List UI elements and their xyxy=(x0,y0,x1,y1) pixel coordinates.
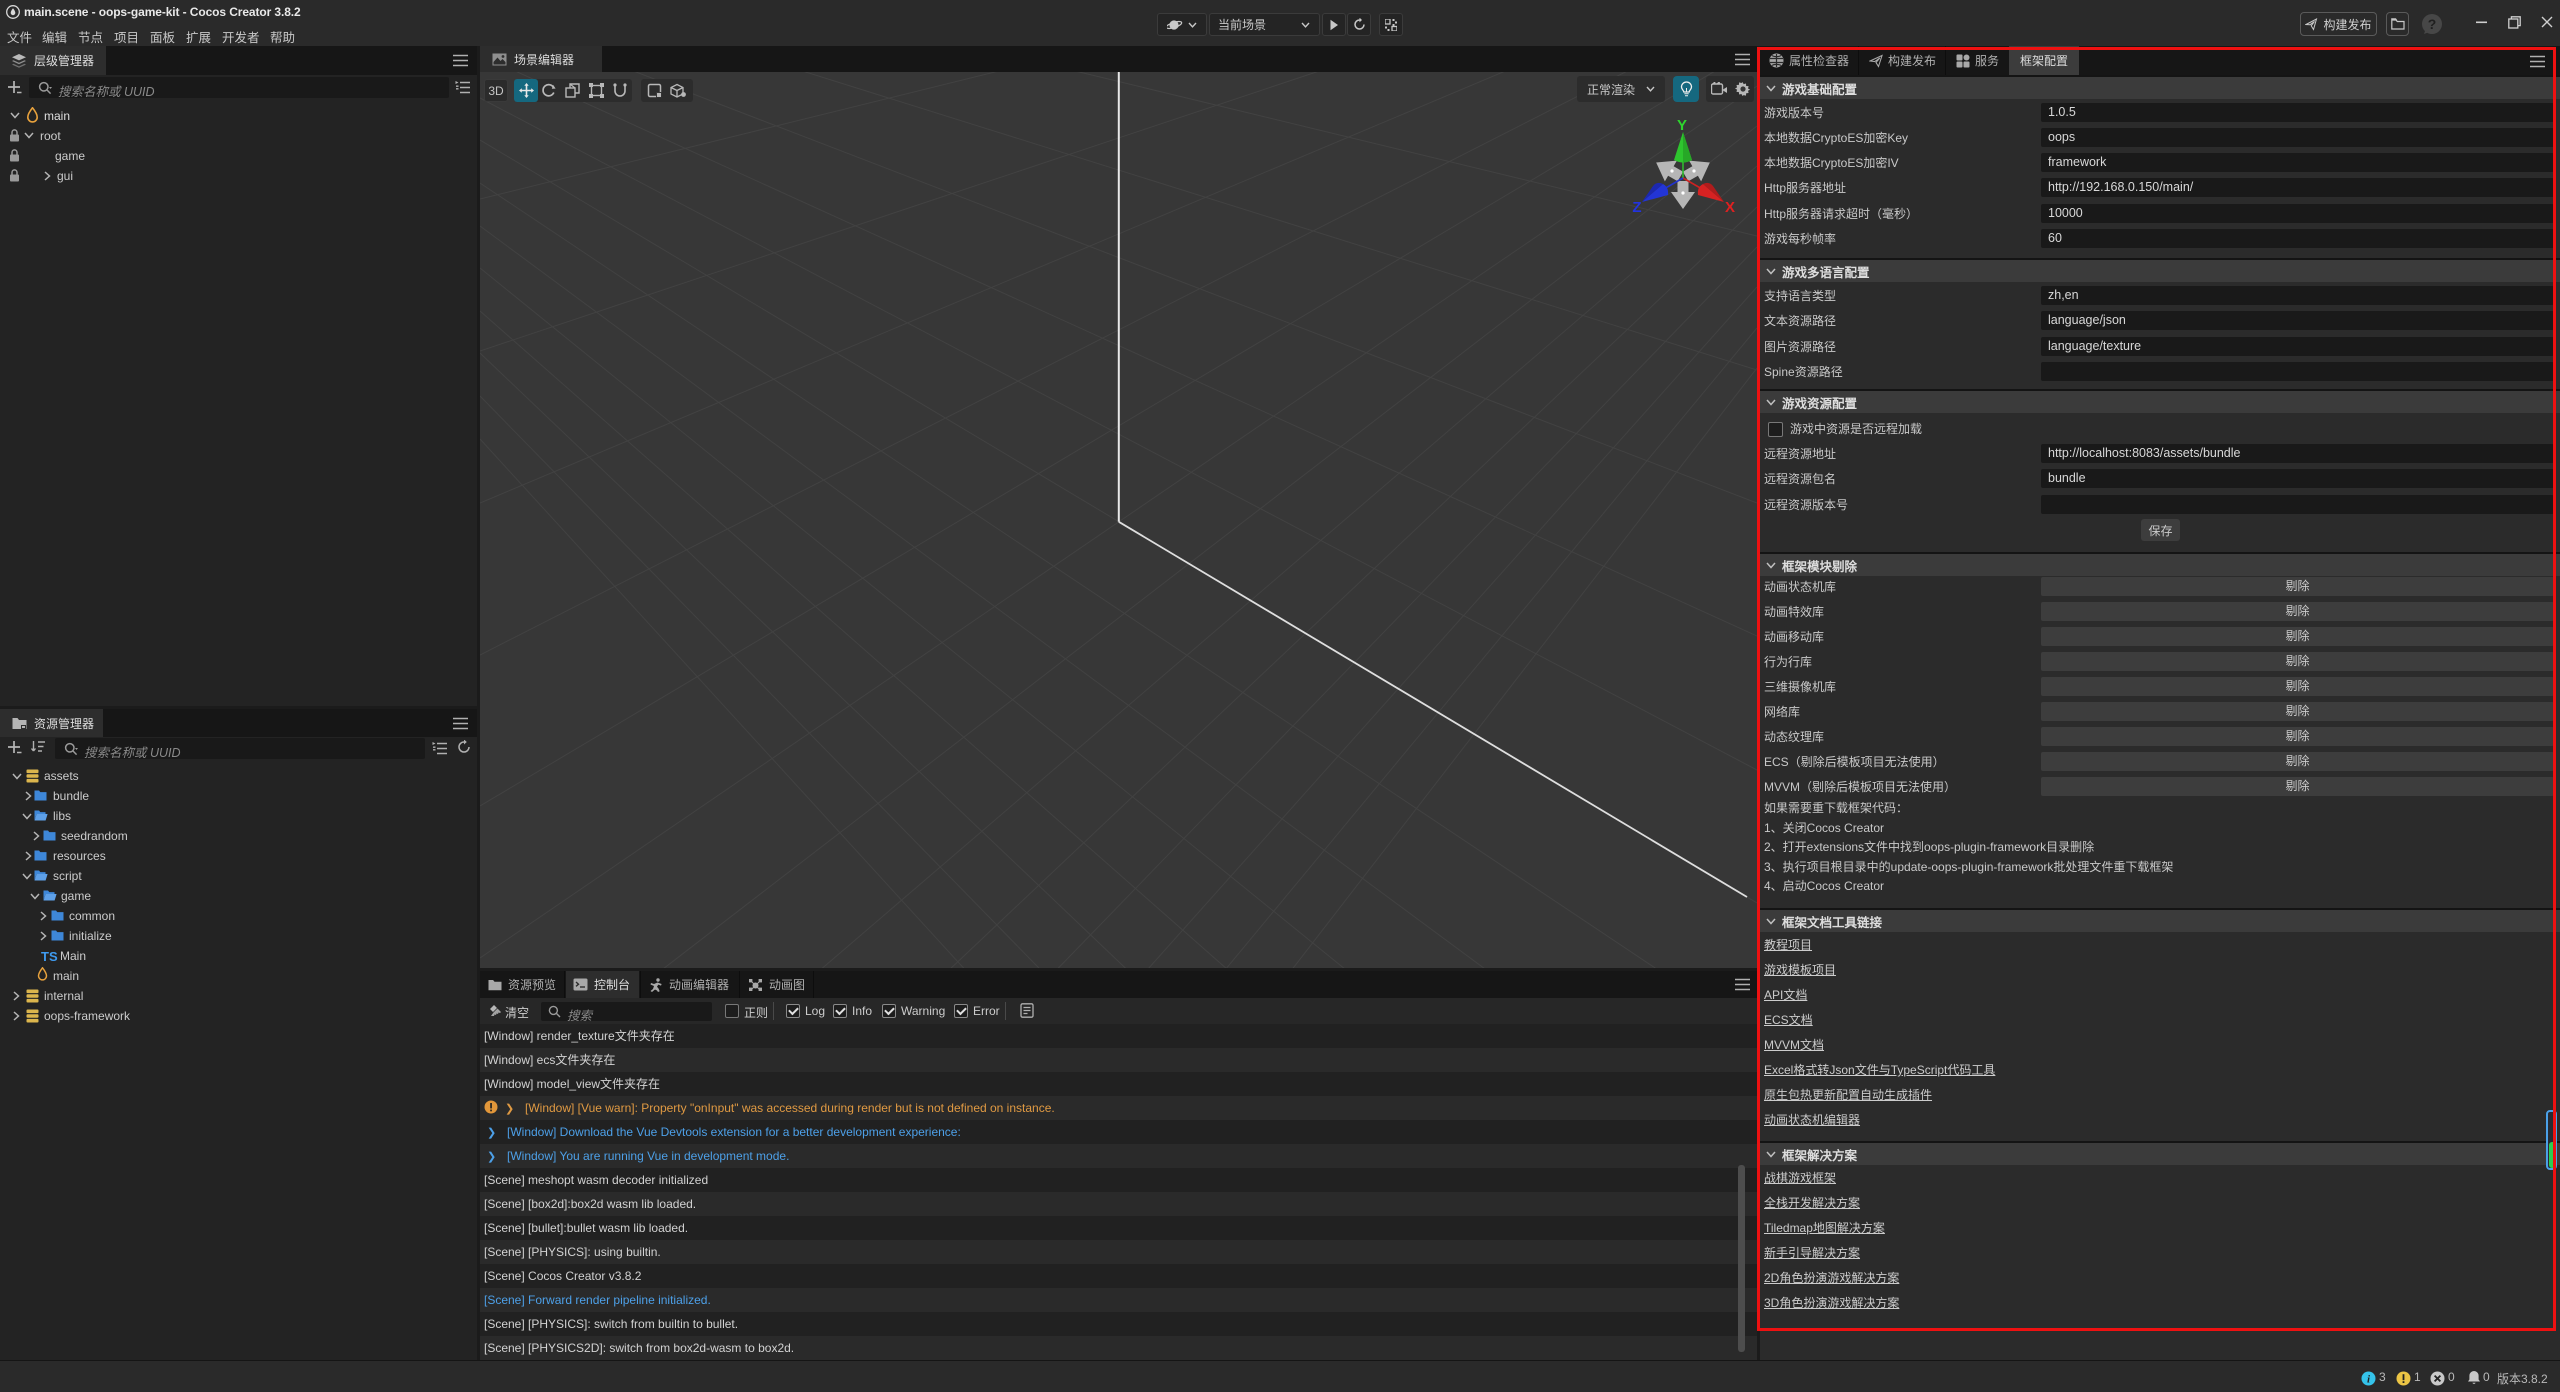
svg-text:Y: Y xyxy=(1677,117,1687,134)
svg-text:Z: Z xyxy=(1632,199,1641,216)
svg-text:X: X xyxy=(1725,199,1735,216)
svg-text:?: ? xyxy=(2428,16,2437,32)
